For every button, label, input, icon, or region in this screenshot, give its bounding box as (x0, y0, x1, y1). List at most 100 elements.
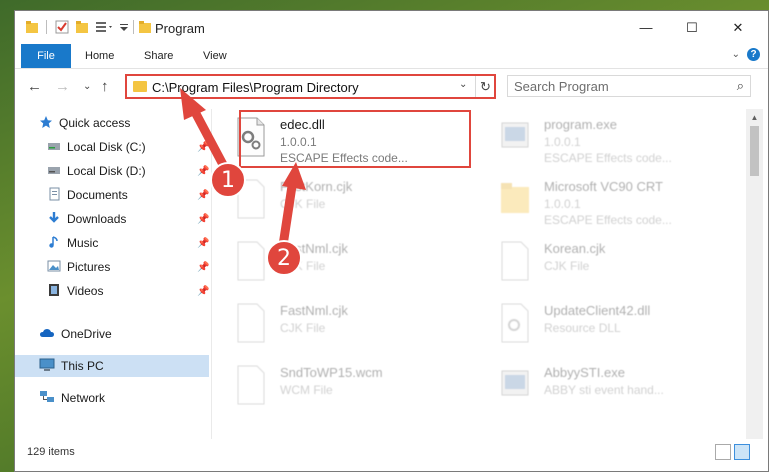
tab-view[interactable]: View (203, 44, 227, 68)
pin-icon[interactable]: 📌 (197, 142, 209, 153)
sidebar-item-local-disk-c[interactable]: Local Disk (C:) (47, 136, 146, 158)
details-view-icon[interactable] (715, 444, 731, 460)
vertical-scrollbar[interactable]: ▲ (746, 109, 763, 439)
callout-badge-1: 1 (210, 162, 246, 198)
address-bar[interactable]: C:\Program Files\Program Directory ⌄ ↻ (125, 74, 496, 99)
sidebar-item-network[interactable]: Network (39, 387, 105, 409)
file-icon (501, 241, 529, 281)
sidebar-item-onedrive[interactable]: OneDrive (39, 323, 112, 345)
navigation-pane: Quick access Local Disk (C:) 📌 Local Dis… (15, 109, 211, 439)
sidebar-item-label: Local Disk (D:) (67, 164, 146, 178)
forward-arrow-icon[interactable]: → (55, 78, 70, 95)
file-item[interactable]: AbbyySTI.exe ABBY sti event hand... (492, 361, 732, 417)
sidebar-item-label: Downloads (67, 212, 127, 226)
help-icon[interactable]: ? (747, 48, 760, 61)
file-name: UpdateClient42.dll (544, 303, 651, 318)
item-count: 129 items (27, 446, 75, 458)
up-arrow-icon[interactable]: ↑ (101, 78, 109, 95)
dll-gear-icon (501, 303, 529, 343)
file-item[interactable]: UpdateClient42.dll Resource DLL (492, 299, 732, 355)
file-icon (237, 303, 265, 343)
file-name: program.exe (544, 117, 617, 132)
search-icon[interactable]: ⌕ (737, 78, 744, 94)
pin-icon[interactable]: 📌 (197, 262, 209, 273)
file-description: ESCAPE Effects code... (544, 213, 672, 227)
sidebar-item-pictures[interactable]: Pictures (47, 256, 110, 278)
folder-icon (501, 183, 529, 213)
explorer-window: Program — ☐ ✕ File Home Share View ⌄ ? ←… (14, 10, 769, 472)
sidebar-item-documents[interactable]: Documents (47, 184, 128, 206)
sidebar-item-quick-access[interactable]: Quick access (39, 112, 130, 134)
sidebar-item-label: Documents (67, 188, 128, 202)
search-input[interactable] (514, 78, 714, 94)
sidebar-item-videos[interactable]: Videos (47, 280, 103, 302)
file-type: CJK File (280, 321, 326, 335)
tab-file[interactable]: File (21, 44, 71, 68)
pictures-icon (47, 259, 61, 276)
minimize-button[interactable]: — (623, 11, 669, 44)
pin-icon[interactable]: 📌 (197, 286, 209, 297)
tab-share[interactable]: Share (144, 44, 173, 68)
file-item[interactable]: FastNml.cjk CJK File (228, 299, 468, 355)
properties-icon[interactable] (55, 18, 69, 36)
address-path[interactable]: C:\Program Files\Program Directory (152, 80, 359, 95)
refresh-icon[interactable]: ↻ (475, 76, 495, 97)
window-title: Program (155, 21, 205, 36)
sidebar-item-label: This PC (61, 359, 104, 373)
file-type: CJK File (544, 259, 590, 273)
videos-icon (47, 283, 61, 300)
cloud-icon (39, 327, 55, 342)
file-item[interactable]: FastNml.cjk CJK File (228, 237, 468, 293)
sidebar-item-this-pc[interactable]: This PC (39, 355, 104, 377)
title-folder-icon (138, 18, 152, 36)
file-item[interactable]: program.exe 1.0.0.1 ESCAPE Effects code.… (492, 113, 732, 169)
scroll-up-icon[interactable]: ▲ (746, 109, 763, 126)
sidebar-item-label: Videos (67, 284, 104, 298)
file-description: ESCAPE Effects code... (544, 151, 672, 165)
close-button[interactable]: ✕ (715, 11, 761, 44)
file-icon (237, 365, 265, 405)
sidebar-item-downloads[interactable]: Downloads (47, 208, 126, 230)
drive-icon (47, 140, 61, 155)
sidebar-item-label: Pictures (67, 260, 111, 274)
sidebar-item-label: Network (61, 391, 106, 405)
status-bar: 129 items (15, 439, 768, 471)
pin-icon[interactable]: 📌 (197, 238, 209, 249)
file-name: AbbyySTI.exe (544, 365, 625, 380)
file-name: FastNml.cjk (280, 303, 348, 318)
maximize-button[interactable]: ☐ (669, 11, 715, 44)
back-arrow-icon[interactable]: ← (27, 78, 42, 95)
sidebar-item-music[interactable]: Music (47, 232, 98, 254)
sidebar-item-label: OneDrive (61, 327, 112, 341)
file-version: 1.0.0.1 (544, 197, 581, 211)
address-dropdown-icon[interactable]: ⌄ (459, 79, 467, 90)
large-icons-view-icon[interactable] (734, 444, 750, 460)
scroll-thumb[interactable] (750, 126, 759, 176)
callout-badge-2: 2 (266, 240, 302, 276)
customize-icon[interactable] (95, 18, 115, 36)
pin-icon[interactable]: 📌 (197, 190, 209, 201)
ribbon-tabs: File Home Share View ⌄ ? (15, 44, 768, 69)
exe-icon (501, 122, 529, 148)
file-item[interactable]: Microsoft VC90 CRT 1.0.0.1 ESCAPE Effect… (492, 175, 732, 231)
address-row: ← → ⌄ ↑ C:\Program Files\Program Directo… (15, 69, 768, 105)
file-highlight-box (239, 110, 471, 168)
file-name: FastKorn.cjk (280, 179, 353, 194)
pin-icon[interactable]: 📌 (197, 166, 209, 177)
ribbon-expand-icon[interactable]: ⌄ (732, 49, 740, 60)
address-folder-icon (133, 81, 147, 92)
file-item[interactable]: Korean.cjk CJK File (492, 237, 732, 293)
file-version: 1.0.0.1 (544, 135, 581, 149)
tab-home[interactable]: Home (85, 44, 114, 68)
file-item[interactable]: SndToWP15.wcm WCM File (228, 361, 468, 417)
pin-icon[interactable]: 📌 (197, 214, 209, 225)
sidebar-item-label: Local Disk (C:) (67, 140, 146, 154)
sidebar-item-local-disk-d[interactable]: Local Disk (D:) (47, 160, 146, 182)
file-name: Microsoft VC90 CRT (544, 179, 663, 194)
search-box[interactable]: ⌕ (507, 75, 751, 97)
file-item[interactable]: FastKorn.cjk CJK File (228, 175, 468, 231)
recent-locations-icon[interactable]: ⌄ (83, 81, 91, 92)
documents-icon (47, 187, 61, 204)
quick-access-dropdown-icon[interactable] (119, 18, 129, 36)
new-folder-icon[interactable] (75, 18, 89, 36)
